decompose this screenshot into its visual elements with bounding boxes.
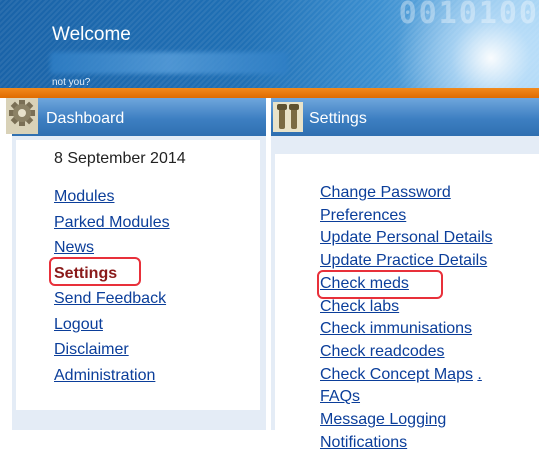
link-change-password[interactable]: Change Password: [320, 182, 493, 205]
dashboard-header: Dashboard: [6, 98, 266, 136]
settings-title: Settings: [309, 110, 367, 127]
tools-icon: [273, 102, 303, 132]
nav-administration[interactable]: Administration: [54, 363, 170, 389]
link-check-concept-maps[interactable]: Check Concept Maps: [320, 366, 473, 383]
nav-news[interactable]: News: [54, 235, 170, 261]
current-date: 8 September 2014: [54, 150, 186, 167]
link-check-labs[interactable]: Check labs: [320, 296, 493, 319]
header-accent-bar: [0, 88, 539, 98]
link-preferences[interactable]: Preferences: [320, 205, 493, 228]
not-you-link[interactable]: not you?: [52, 77, 90, 88]
nav-logout[interactable]: Logout: [54, 312, 170, 338]
nav-modules[interactable]: Modules: [54, 184, 170, 210]
nav-send-feedback[interactable]: Send Feedback: [54, 286, 170, 312]
dashboard-title: Dashboard: [46, 110, 125, 127]
link-notifications[interactable]: Notifications: [320, 432, 493, 454]
user-name-redacted: [50, 52, 288, 74]
link-check-immunisations[interactable]: Check immunisations: [320, 318, 493, 341]
nav-settings[interactable]: Settings: [54, 261, 170, 287]
concept-maps-suffix[interactable]: .: [477, 366, 481, 383]
binary-graphic: 0010100: [398, 0, 539, 31]
link-update-practice-details[interactable]: Update Practice Details: [320, 250, 493, 273]
link-faqs[interactable]: FAQs: [320, 386, 493, 409]
dashboard-panel: 8 September 2014 Modules Parked Modules …: [12, 136, 266, 430]
settings-panel: Change Password Preferences Update Perso…: [271, 136, 539, 451]
nav-parked-modules[interactable]: Parked Modules: [54, 210, 170, 236]
settings-links: Change Password Preferences Update Perso…: [320, 182, 493, 454]
link-check-readcodes[interactable]: Check readcodes: [320, 341, 493, 364]
link-update-personal-details[interactable]: Update Personal Details: [320, 227, 493, 250]
dashboard-content: 8 September 2014 Modules Parked Modules …: [16, 140, 260, 410]
settings-header: Settings: [271, 98, 539, 136]
concept-maps-row: Check Concept Maps .: [320, 364, 493, 387]
settings-content: Change Password Preferences Update Perso…: [275, 154, 539, 451]
gear-icon: [6, 98, 38, 134]
header-banner: 0010100 Welcome not you?: [0, 0, 539, 88]
link-message-logging[interactable]: Message Logging: [320, 409, 493, 432]
nav-disclaimer[interactable]: Disclaimer: [54, 337, 170, 363]
welcome-text: Welcome: [52, 24, 131, 45]
dashboard-nav: Modules Parked Modules News Settings Sen…: [54, 184, 170, 388]
link-check-meds[interactable]: Check meds: [320, 273, 493, 296]
